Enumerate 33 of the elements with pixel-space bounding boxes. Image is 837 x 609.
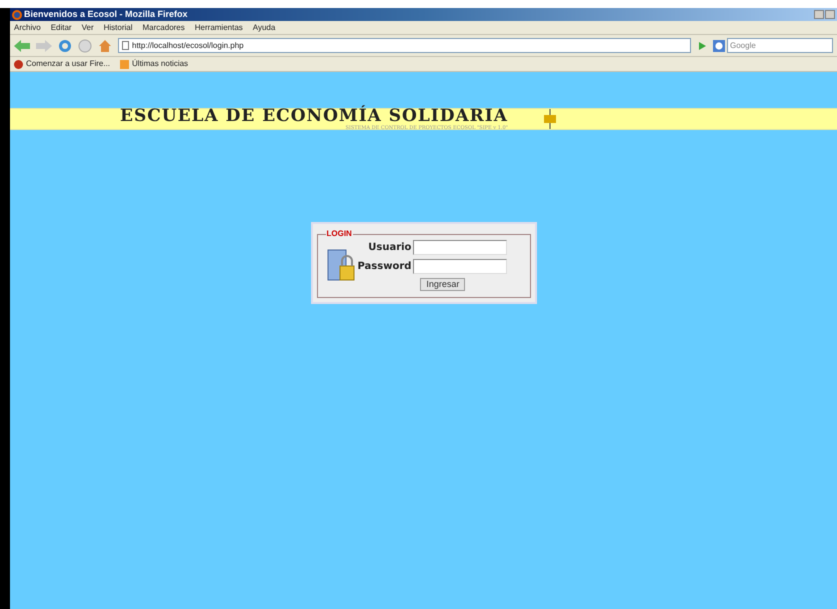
submit-button[interactable]: Ingresar bbox=[420, 278, 466, 291]
menu-item[interactable]: Marcadores bbox=[142, 24, 185, 32]
firefox-icon bbox=[14, 60, 23, 68]
back-arrow-icon[interactable] bbox=[14, 40, 30, 52]
bookmark-link[interactable]: Últimas noticias bbox=[120, 60, 188, 68]
search-engine-icon[interactable] bbox=[713, 40, 725, 52]
feed-icon bbox=[120, 60, 130, 68]
forward-arrow-icon[interactable] bbox=[36, 40, 52, 52]
window-title: Bienvenidos a Ecosol - Mozilla Firefox bbox=[24, 10, 188, 19]
bookmark-link[interactable]: Comenzar a usar Fire... bbox=[14, 60, 110, 68]
field-label: Password bbox=[358, 260, 412, 274]
server-lock-icon bbox=[326, 248, 356, 284]
minimize-button[interactable] bbox=[814, 10, 824, 19]
reload-icon[interactable] bbox=[58, 38, 72, 52]
menu-item[interactable]: Archivo bbox=[14, 24, 41, 32]
menu-item[interactable]: Herramientas bbox=[194, 24, 243, 32]
login-legend: LOGIN bbox=[326, 228, 353, 240]
home-icon[interactable] bbox=[98, 38, 112, 52]
input-field[interactable] bbox=[413, 259, 508, 274]
firefox-icon bbox=[12, 10, 22, 20]
menu-item[interactable]: Editar bbox=[50, 24, 72, 32]
menu-item[interactable]: Ayuda bbox=[252, 24, 276, 32]
banner-title: ESCUELA DE ECONOMÍA SOLIDARIA bbox=[120, 108, 508, 124]
address-field[interactable]: http://localhost/ecosol/login.php bbox=[118, 38, 691, 53]
field-label: Usuario bbox=[368, 241, 412, 255]
input-field[interactable] bbox=[413, 240, 508, 255]
stop-icon[interactable] bbox=[78, 38, 92, 52]
menu-item[interactable]: Historial bbox=[104, 24, 133, 32]
maximize-button[interactable] bbox=[825, 10, 835, 19]
search-field[interactable]: Google bbox=[727, 38, 833, 53]
go-icon[interactable] bbox=[697, 40, 707, 50]
menu-item[interactable]: Ver bbox=[82, 24, 94, 32]
page-icon bbox=[122, 41, 129, 50]
